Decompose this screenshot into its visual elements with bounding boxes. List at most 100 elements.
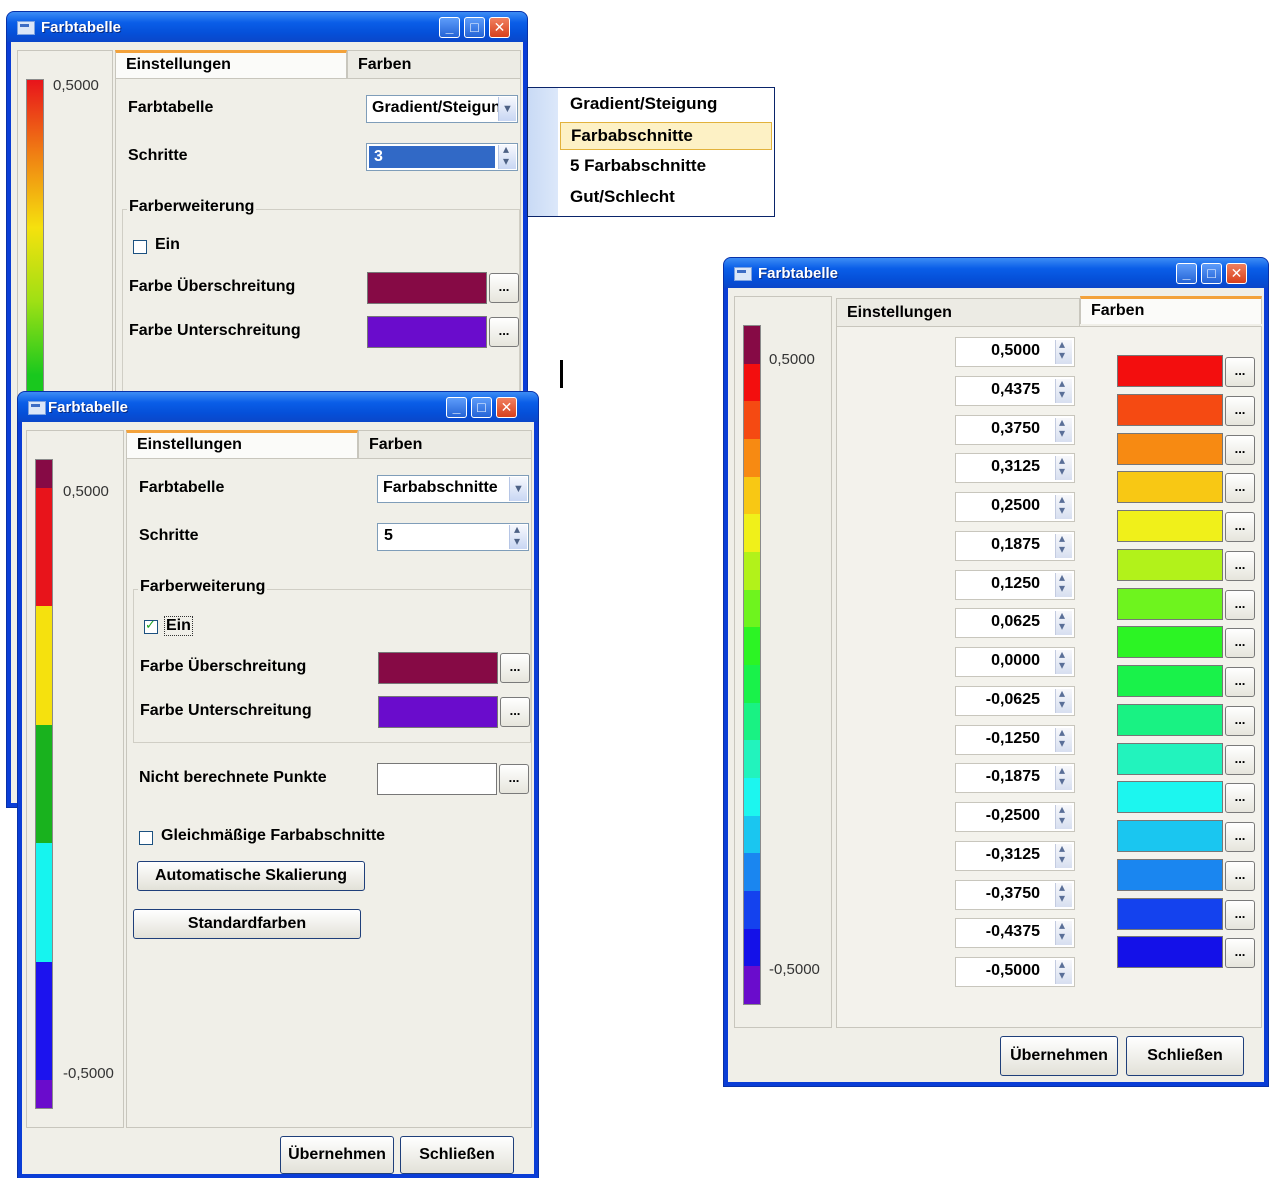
spinner-arrows-icon[interactable] <box>1055 531 1072 558</box>
steps-spinner[interactable]: 5 <box>377 522 529 551</box>
section-color-picker-button[interactable]: ... <box>1225 822 1255 852</box>
spinner-arrows-icon[interactable] <box>1055 802 1072 829</box>
threshold-spinner[interactable]: 0,1875 <box>955 530 1075 561</box>
threshold-spinner[interactable]: -0,3750 <box>955 879 1075 910</box>
dropdown-item-gut-schlecht[interactable]: Gut/Schlecht <box>560 184 772 212</box>
section-color-swatch[interactable] <box>1117 355 1223 387</box>
chevron-down-icon[interactable]: ▼ <box>509 477 527 501</box>
steps-value[interactable]: 3 <box>369 146 495 168</box>
threshold-spinner[interactable]: -0,4375 <box>955 918 1075 949</box>
spinner-arrows-icon[interactable] <box>1055 686 1072 713</box>
not-computed-picker-button[interactable]: ... <box>499 764 529 794</box>
minimize-button[interactable]: _ <box>446 397 467 418</box>
section-color-picker-button[interactable]: ... <box>1225 938 1255 969</box>
standard-colors-button[interactable]: Standardfarben <box>133 909 361 939</box>
section-color-picker-button[interactable]: ... <box>1225 860 1255 891</box>
section-color-picker-button[interactable]: ... <box>1225 705 1255 736</box>
spinner-arrows-icon[interactable] <box>1055 957 1072 984</box>
title-bar[interactable]: Farbtabelle _ □ ✕ <box>18 392 538 422</box>
ext-on-checkbox[interactable] <box>133 240 147 254</box>
section-color-swatch[interactable] <box>1117 393 1223 426</box>
exceed-color-picker-button[interactable]: ... <box>500 653 530 683</box>
section-color-swatch[interactable] <box>1117 820 1223 852</box>
section-color-swatch[interactable] <box>1117 936 1223 969</box>
section-color-picker-button[interactable]: ... <box>1225 512 1255 542</box>
spinner-arrows-icon[interactable] <box>1055 647 1072 674</box>
spinner-arrows-icon[interactable] <box>1055 337 1072 364</box>
threshold-spinner[interactable]: 0,4375 <box>955 375 1075 406</box>
tab-farben[interactable]: Farben <box>1080 296 1262 324</box>
ext-on-checkbox[interactable] <box>144 617 158 634</box>
exceed-color-swatch[interactable] <box>378 652 498 684</box>
close-button[interactable]: ✕ <box>489 17 510 38</box>
uniform-sections-checkbox[interactable] <box>139 831 153 845</box>
section-color-picker-button[interactable]: ... <box>1225 744 1255 775</box>
threshold-spinner[interactable]: 0,0625 <box>955 608 1075 639</box>
close-dialog-button[interactable]: Schließen <box>1126 1036 1244 1076</box>
section-color-swatch[interactable] <box>1117 510 1223 542</box>
spinner-arrows-icon[interactable] <box>1055 608 1072 636</box>
tab-farben[interactable]: Farben <box>358 430 532 458</box>
close-button[interactable]: ✕ <box>496 397 517 418</box>
dropdown-item-farbabschnitte[interactable]: Farbabschnitte <box>560 122 772 150</box>
section-color-swatch[interactable] <box>1117 897 1223 930</box>
section-color-picker-button[interactable]: ... <box>1225 628 1255 659</box>
threshold-spinner[interactable]: 0,2500 <box>955 492 1075 522</box>
title-bar[interactable]: Farbtabelle _ □ ✕ <box>724 258 1268 288</box>
spinner-arrows-icon[interactable] <box>1055 880 1072 907</box>
section-color-picker-button[interactable]: ... <box>1225 667 1255 697</box>
apply-button[interactable]: Übernehmen <box>280 1136 394 1174</box>
title-bar[interactable]: Farbtabelle _ □ ✕ <box>7 12 527 42</box>
spinner-arrows-icon[interactable] <box>1055 570 1072 597</box>
maximize-button[interactable]: □ <box>1201 263 1222 284</box>
dropdown-item-5-farbabschnitte[interactable]: 5 Farbabschnitte <box>560 153 772 181</box>
exceed-color-swatch[interactable] <box>367 272 487 304</box>
dropdown-item-gradient[interactable]: Gradient/Steigung <box>560 91 772 119</box>
section-color-swatch[interactable] <box>1117 703 1223 736</box>
section-color-swatch[interactable] <box>1117 781 1223 814</box>
section-color-picker-button[interactable]: ... <box>1225 473 1255 504</box>
spinner-arrows-icon[interactable] <box>1055 415 1072 442</box>
exceed-color-picker-button[interactable]: ... <box>489 273 519 303</box>
section-color-swatch[interactable] <box>1117 742 1223 775</box>
threshold-spinner[interactable]: 0,0000 <box>955 647 1075 677</box>
threshold-spinner[interactable]: -0,0625 <box>955 685 1075 716</box>
spinner-arrows-icon[interactable] <box>509 522 527 549</box>
spinner-arrows-icon[interactable] <box>1055 841 1072 868</box>
spinner-arrows-icon[interactable] <box>1055 763 1072 791</box>
tab-einstellungen[interactable]: Einstellungen <box>126 430 358 458</box>
section-color-picker-button[interactable]: ... <box>1225 589 1255 620</box>
spinner-arrows-icon[interactable] <box>1055 453 1072 481</box>
threshold-spinner[interactable]: 0,3750 <box>955 414 1075 445</box>
close-dialog-button[interactable]: Schließen <box>400 1136 514 1174</box>
apply-button[interactable]: Übernehmen <box>1000 1036 1118 1076</box>
auto-scale-button[interactable]: Automatische Skalierung <box>137 861 365 891</box>
section-color-swatch[interactable] <box>1117 626 1223 659</box>
section-color-picker-button[interactable]: ... <box>1225 783 1255 814</box>
threshold-spinner[interactable]: -0,5000 <box>955 957 1075 987</box>
threshold-spinner[interactable]: -0,3125 <box>955 840 1075 871</box>
below-color-swatch[interactable] <box>378 696 498 728</box>
threshold-spinner[interactable]: -0,1250 <box>955 724 1075 755</box>
threshold-spinner[interactable]: 0,3125 <box>955 453 1075 484</box>
spinner-arrows-icon[interactable] <box>1055 918 1072 946</box>
color-table-combo[interactable]: Farbabschnitte ▼ <box>377 475 529 503</box>
tab-einstellungen[interactable]: Einstellungen <box>836 298 1080 326</box>
section-color-swatch[interactable] <box>1117 858 1223 891</box>
below-color-picker-button[interactable]: ... <box>500 697 530 727</box>
section-color-picker-button[interactable]: ... <box>1225 395 1255 426</box>
minimize-button[interactable]: _ <box>439 17 460 38</box>
close-button[interactable]: ✕ <box>1226 263 1247 284</box>
section-color-picker-button[interactable]: ... <box>1225 550 1255 581</box>
tab-farben[interactable]: Farben <box>347 50 521 78</box>
threshold-spinner[interactable]: -0,1875 <box>955 763 1075 794</box>
below-color-swatch[interactable] <box>367 316 487 348</box>
tab-einstellungen[interactable]: Einstellungen <box>115 50 347 78</box>
maximize-button[interactable]: □ <box>464 17 485 38</box>
section-color-picker-button[interactable]: ... <box>1225 434 1255 465</box>
not-computed-swatch[interactable] <box>377 763 497 795</box>
steps-value[interactable]: 5 <box>384 527 393 544</box>
spinner-arrows-icon[interactable] <box>1055 492 1072 519</box>
color-table-combo[interactable]: Gradient/Steigung ▼ <box>366 95 518 123</box>
section-color-picker-button[interactable]: ... <box>1225 899 1255 930</box>
